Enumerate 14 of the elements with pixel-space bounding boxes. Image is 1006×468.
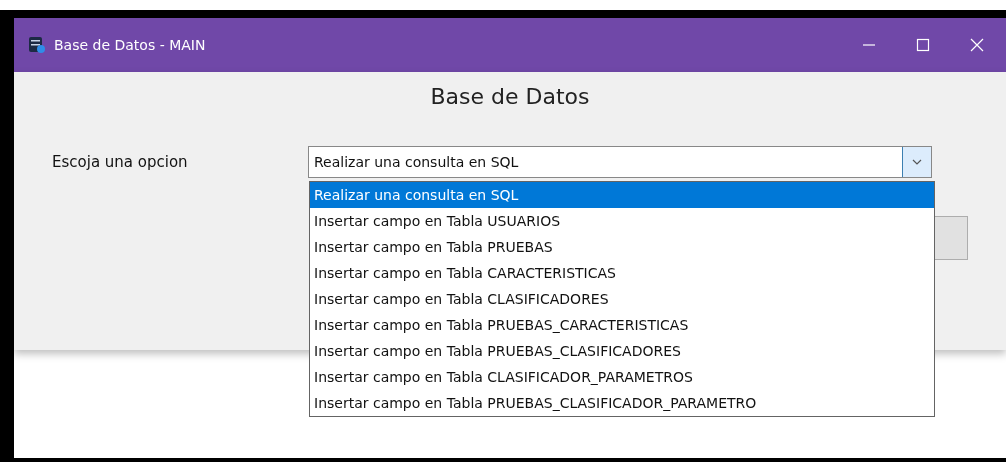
dropdown-option[interactable]: Insertar campo en Tabla PRUEBAS	[310, 234, 934, 260]
chevron-down-icon[interactable]	[902, 147, 931, 177]
dropdown-option[interactable]: Insertar campo en Tabla CLASIFICADORES	[310, 286, 934, 312]
dropdown-option[interactable]: Insertar campo en Tabla CLASIFICADOR_PARAMETROS	[310, 364, 934, 390]
dropdown-option[interactable]: Realizar una consulta en SQL	[310, 182, 934, 208]
field-label: Escoja una opcion	[52, 153, 189, 171]
form-heading: Base de Datos	[429, 83, 591, 111]
dropdown-option[interactable]: Insertar campo en Tabla CARACTERISTICAS	[310, 260, 934, 286]
database-icon	[28, 36, 46, 54]
dropdown-option[interactable]: Insertar campo en Tabla PRUEBAS_CLASIFICADOR_PARAMETRO	[310, 390, 934, 416]
window-title: Base de Datos - MAIN	[54, 37, 207, 53]
dropdown-option[interactable]: Insertar campo en Tabla PRUEBAS_CARACTERISTICAS	[310, 312, 934, 338]
dropdown-option[interactable]: Insertar campo en Tabla PRUEBAS_CLASIFICADORES	[310, 338, 934, 364]
dropdown-option[interactable]: Insertar campo en Tabla USUARIOS	[310, 208, 934, 234]
